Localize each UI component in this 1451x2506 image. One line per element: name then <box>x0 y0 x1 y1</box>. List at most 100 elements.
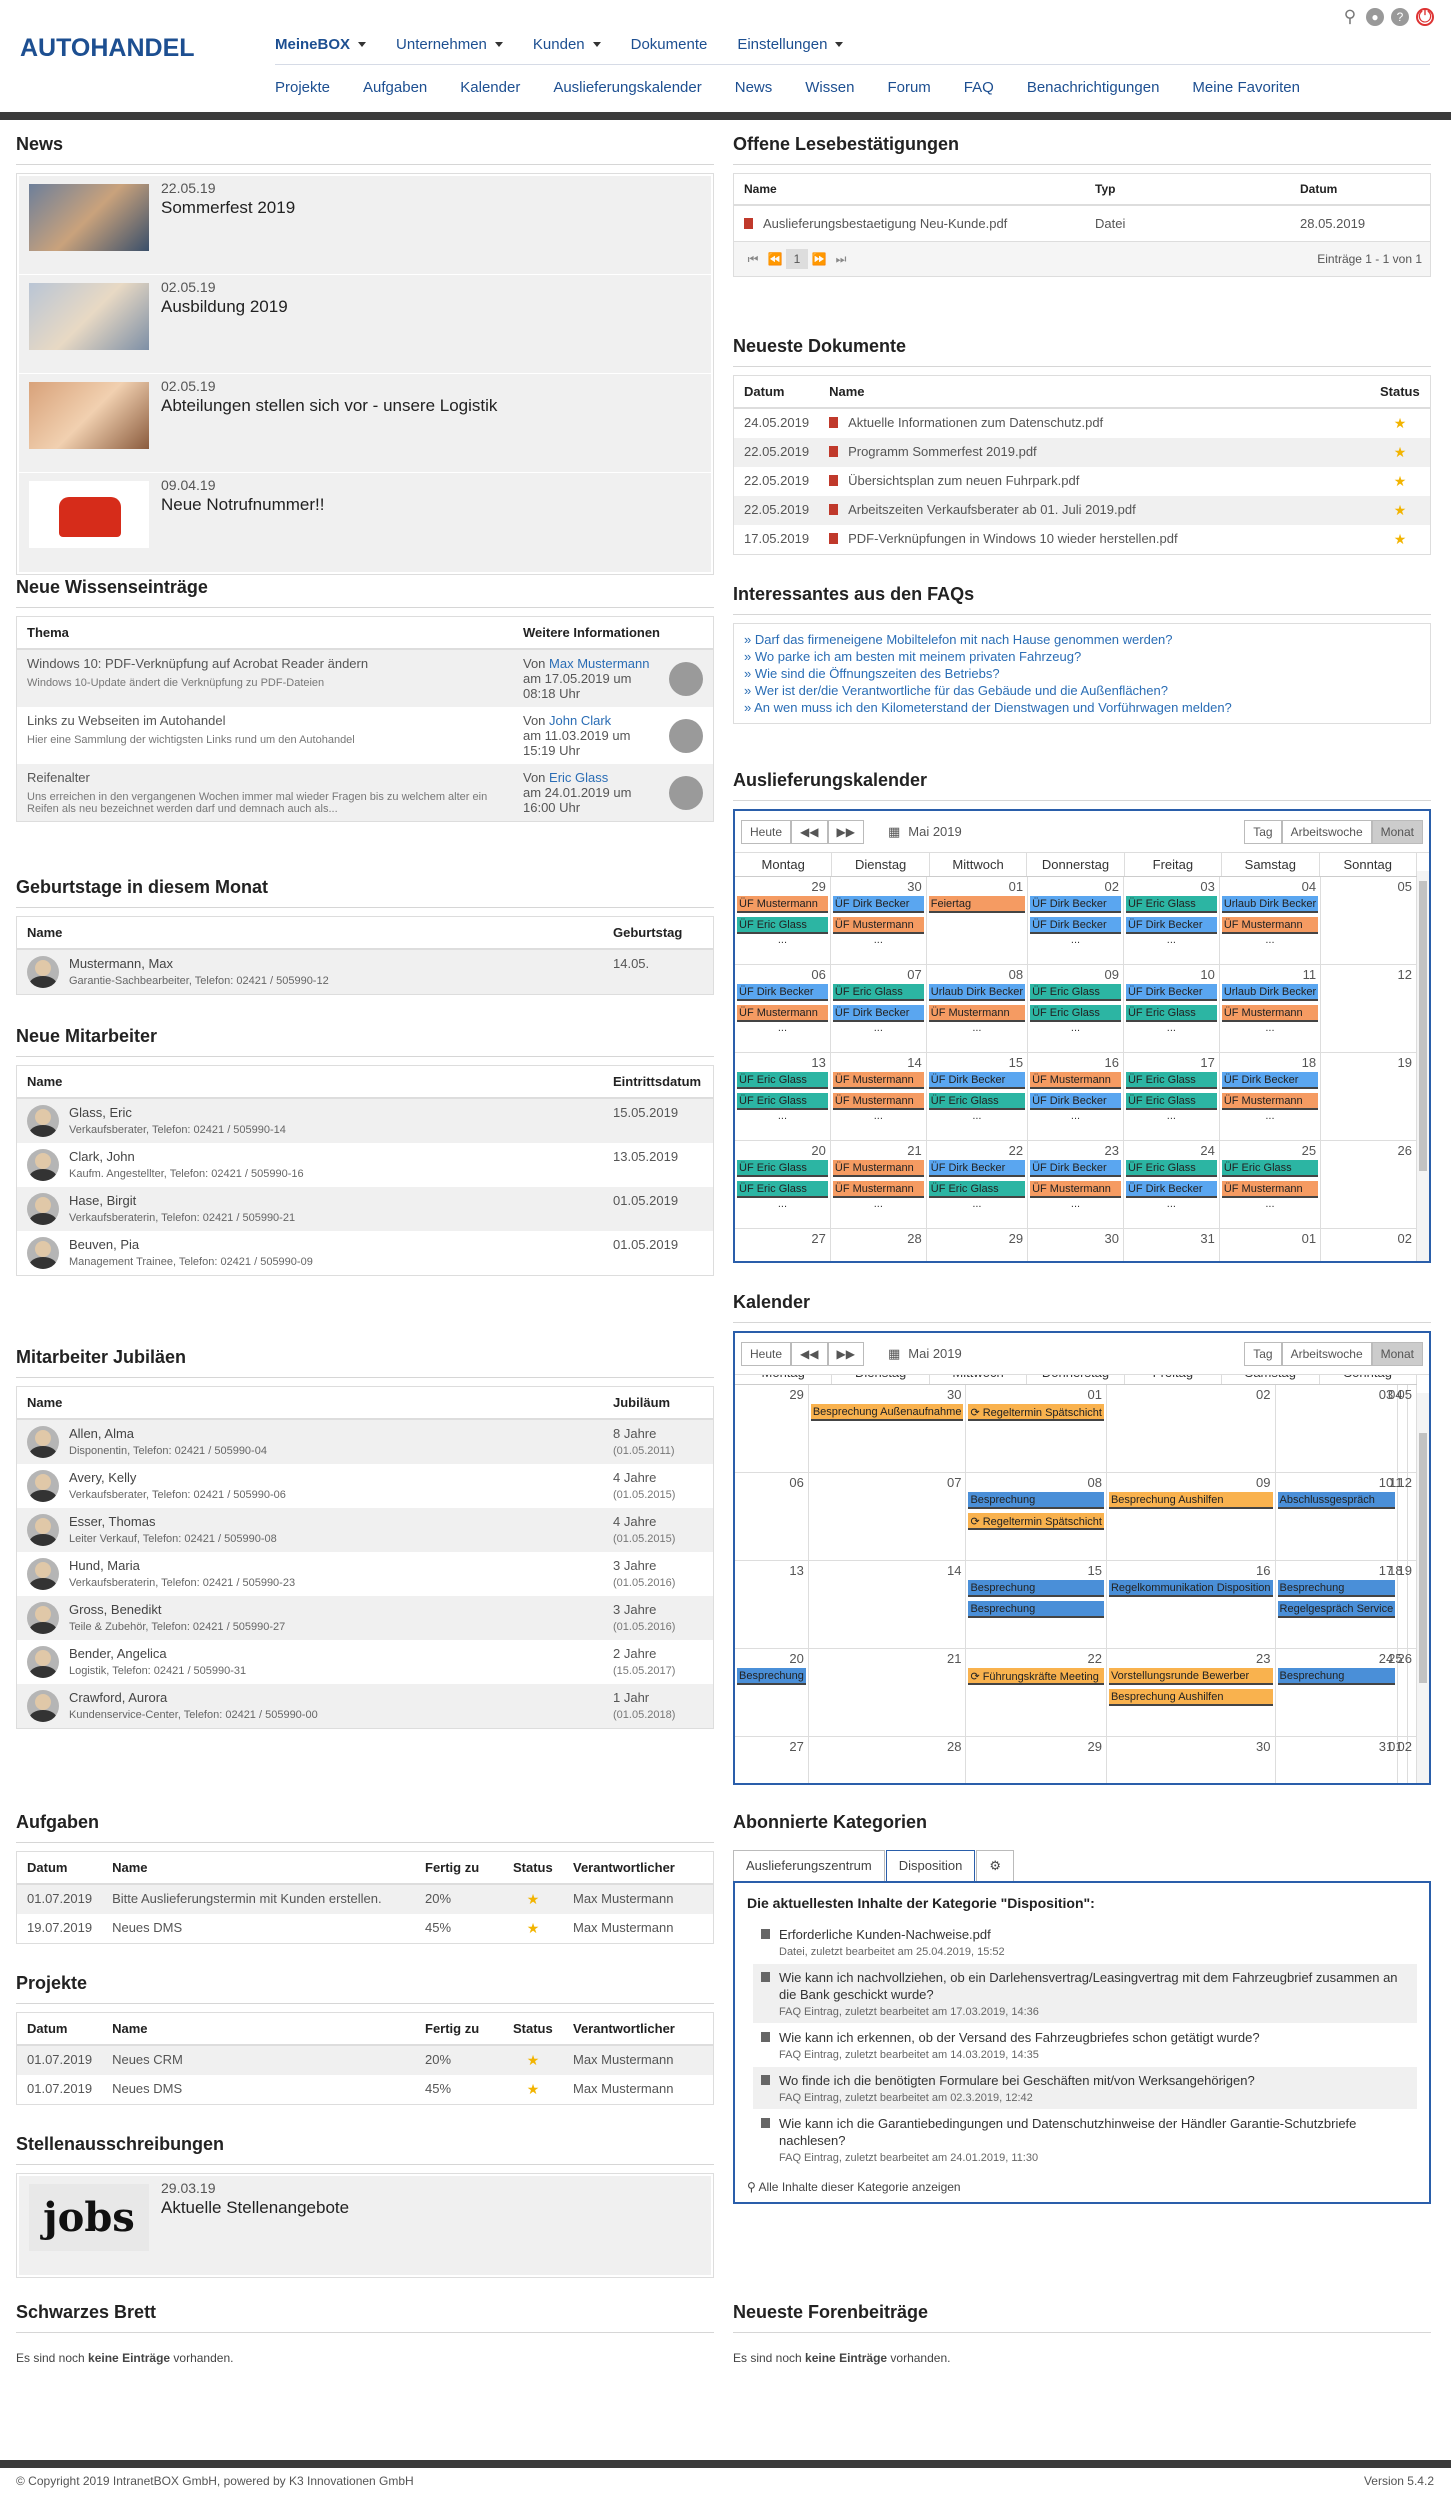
view-tag-button[interactable]: Tag <box>1244 1341 1282 1366</box>
more-events-indicator[interactable]: ... <box>831 1023 926 1034</box>
more-events-indicator[interactable]: ... <box>735 935 830 946</box>
more-events-indicator[interactable]: ... <box>1028 1023 1123 1034</box>
more-events-indicator[interactable]: ... <box>1220 1111 1320 1122</box>
table-row[interactable]: 19.07.2019 Neues DMS 45% ★ Max Mustermann <box>17 1914 713 1943</box>
calendar-day[interactable]: 05 <box>1321 877 1417 965</box>
calendar-event[interactable]: ÜF Dirk Becker <box>1030 917 1121 934</box>
help-icon[interactable]: ? <box>1391 8 1409 26</box>
calendar-day[interactable]: 18 ÜF Dirk Becker ÜF Mustermann... <box>1219 1053 1322 1141</box>
faq-link[interactable]: » Wie sind die Öffnungszeiten des Betrie… <box>744 665 1420 682</box>
author-link[interactable]: John Clark <box>549 713 611 728</box>
view-arbeitswoche-button[interactable]: Arbeitswoche <box>1281 1341 1372 1366</box>
calendar-event[interactable]: ÜF Mustermann <box>1221 1005 1319 1022</box>
more-events-indicator[interactable]: ... <box>1028 935 1123 946</box>
job-title[interactable]: Aktuelle Stellenangebote <box>161 2198 349 2218</box>
project-name[interactable]: Neues DMS <box>102 2075 415 2104</box>
table-row[interactable]: Crawford, Aurora Kundenservice-Center, Te… <box>17 1684 713 1728</box>
calendar-event[interactable]: ÜF Mustermann <box>1221 917 1319 934</box>
calendar-day[interactable]: 05 <box>1398 1385 1417 1473</box>
job-item[interactable]: jobs 29.03.19 Aktuelle Stellenangebote <box>19 2176 711 2275</box>
calendar-event[interactable]: ÜF Eric Glass <box>737 1160 828 1177</box>
calendar-event[interactable]: ÜF Eric Glass <box>737 1093 828 1110</box>
calendar-event[interactable]: ÜF Dirk Becker <box>928 1160 1026 1177</box>
more-events-indicator[interactable]: ... <box>831 1199 926 1210</box>
calendar-event[interactable]: ÜF Dirk Becker <box>1125 984 1217 1001</box>
more-events-indicator[interactable]: ... <box>1124 1111 1219 1122</box>
scrollbar-thumb[interactable] <box>1419 881 1427 1171</box>
table-row[interactable]: 22.05.2019 Programm Sommerfest 2019.pdf ★ <box>734 438 1430 467</box>
more-events-indicator[interactable]: ... <box>1028 1199 1123 1210</box>
calendar-event[interactable]: Besprechung <box>737 1668 806 1685</box>
calendar-day[interactable]: 30 Besprechung Außenaufnahme <box>808 1385 967 1473</box>
calendar-event[interactable]: ÜF Eric Glass <box>928 1181 1026 1198</box>
view-arbeitswoche-button[interactable]: Arbeitswoche <box>1281 819 1372 844</box>
calendar-day[interactable]: 09 Besprechung Aushilfen <box>1106 1473 1276 1561</box>
subnav-news[interactable]: News <box>735 79 773 96</box>
calendar-scrollbar[interactable] <box>1417 871 1429 1261</box>
doc-name[interactable]: Auslieferungsbestaetigung Neu-Kunde.pdf <box>763 216 1007 231</box>
calendar-event[interactable]: Besprechung <box>968 1580 1104 1597</box>
news-item[interactable]: 22.05.19 Sommerfest 2019 <box>19 176 711 275</box>
today-button[interactable]: Heute <box>741 819 792 844</box>
next-button[interactable]: ▶▶ <box>827 819 864 844</box>
task-name[interactable]: Bitte Auslieferungstermin mit Kunden ers… <box>102 1884 415 1914</box>
table-row[interactable]: Esser, Thomas Leiter Verkauf, Telefon: 02… <box>17 1508 713 1552</box>
calendar-day[interactable]: 30 <box>1028 1229 1124 1261</box>
calendar-day[interactable]: 02 ÜF Dirk Becker ÜF Dirk Becker... <box>1028 877 1124 965</box>
calendar-day[interactable]: 01 ⟳ Regeltermin Spätschicht <box>966 1385 1107 1473</box>
calendar-event[interactable]: ÜF Eric Glass <box>1221 1160 1319 1177</box>
calendar-day[interactable]: 12 <box>1321 965 1417 1053</box>
calendar-event[interactable]: ÜF Mustermann <box>1030 1072 1121 1089</box>
person-name[interactable]: Hund, Maria <box>69 1558 295 1573</box>
category-item[interactable]: Erforderliche Kunden-Nachweise.pdf Datei,… <box>753 1921 1417 1964</box>
calendar-day[interactable]: 03 <box>1275 1385 1399 1473</box>
calendar-day[interactable]: 06 ÜF Dirk Becker ÜF Mustermann... <box>735 965 831 1053</box>
prev-button[interactable]: ◀◀ <box>791 1341 828 1366</box>
author-link[interactable]: Eric Glass <box>549 770 608 785</box>
calendar-day[interactable]: 28 <box>831 1229 927 1261</box>
more-events-indicator[interactable]: ... <box>1124 1023 1219 1034</box>
more-events-indicator[interactable]: ... <box>831 1111 926 1122</box>
view-tag-button[interactable]: Tag <box>1244 819 1282 844</box>
calendar-event[interactable]: Besprechung <box>968 1492 1104 1509</box>
calendar-event[interactable]: ÜF Eric Glass <box>737 917 828 934</box>
calendar-event[interactable]: ÜF Mustermann <box>832 1072 924 1089</box>
calendar-event[interactable]: ÜF Dirk Becker <box>1030 1160 1121 1177</box>
prev-page-icon[interactable]: ⏪ <box>764 252 786 266</box>
calendar-day[interactable]: 21 <box>808 1649 967 1737</box>
calendar-event[interactable]: ÜF Mustermann <box>737 1005 828 1022</box>
tab-settings[interactable]: ⚙ <box>976 1850 1014 1881</box>
view-monat-button[interactable]: Monat <box>1371 819 1423 844</box>
calendar-event[interactable]: ÜF Dirk Becker <box>1221 1072 1319 1089</box>
calendar-event[interactable]: ÜF Dirk Becker <box>1030 896 1121 913</box>
tab-disposition[interactable]: Disposition <box>885 1850 976 1881</box>
table-row[interactable]: 22.05.2019 Übersichtsplan zum neuen Fuhrp… <box>734 467 1430 496</box>
calendar-day[interactable]: 10 ÜF Dirk Becker ÜF Eric Glass... <box>1123 965 1220 1053</box>
calendar-event[interactable]: ÜF Mustermann <box>832 1160 924 1177</box>
person-name[interactable]: Allen, Alma <box>69 1426 267 1441</box>
calendar-day[interactable]: 25 ÜF Eric Glass ÜF Mustermann... <box>1219 1141 1322 1229</box>
calendar-event[interactable]: Abschlussgespräch <box>1277 1492 1396 1509</box>
category-item[interactable]: Wo finde ich die benötigten Formulare be… <box>753 2067 1417 2110</box>
news-item-title[interactable]: Sommerfest 2019 <box>161 198 295 218</box>
calendar-event[interactable]: Besprechung <box>1277 1580 1396 1597</box>
calendar-event[interactable]: ÜF Mustermann <box>1221 1093 1319 1110</box>
calendar-day[interactable]: 19 <box>1321 1053 1417 1141</box>
author-link[interactable]: Max Mustermann <box>549 656 649 671</box>
nav-meinebox[interactable]: MeineBOX <box>275 36 367 53</box>
next-page-icon[interactable]: ⏩ <box>808 252 830 266</box>
calendar-event[interactable]: Urlaub Dirk Becker <box>1221 896 1319 913</box>
last-page-icon[interactable]: ⏭ <box>830 252 852 267</box>
calendar-day[interactable]: 02 <box>1321 1229 1417 1261</box>
faq-link[interactable]: » An wen muss ich den Kilometerstand der… <box>744 699 1420 716</box>
calendar-day[interactable]: 21 ÜF Mustermann ÜF Mustermann... <box>830 1141 927 1229</box>
person-name[interactable]: Beuven, Pia <box>69 1237 313 1252</box>
calendar-day[interactable]: 27 <box>735 1737 809 1783</box>
more-events-indicator[interactable]: ... <box>1220 935 1320 946</box>
doc-name[interactable]: Arbeitszeiten Verkaufsberater ab 01. Jul… <box>848 502 1136 517</box>
faq-link[interactable]: » Wo parke ich am besten mit meinem priv… <box>744 648 1420 665</box>
calendar-day[interactable]: 23 ÜF Dirk Becker ÜF Mustermann... <box>1028 1141 1124 1229</box>
more-events-indicator[interactable]: ... <box>927 1023 1027 1034</box>
calendar-event[interactable]: ÜF Eric Glass <box>737 1181 828 1198</box>
globe-icon[interactable]: ● <box>1366 8 1384 26</box>
